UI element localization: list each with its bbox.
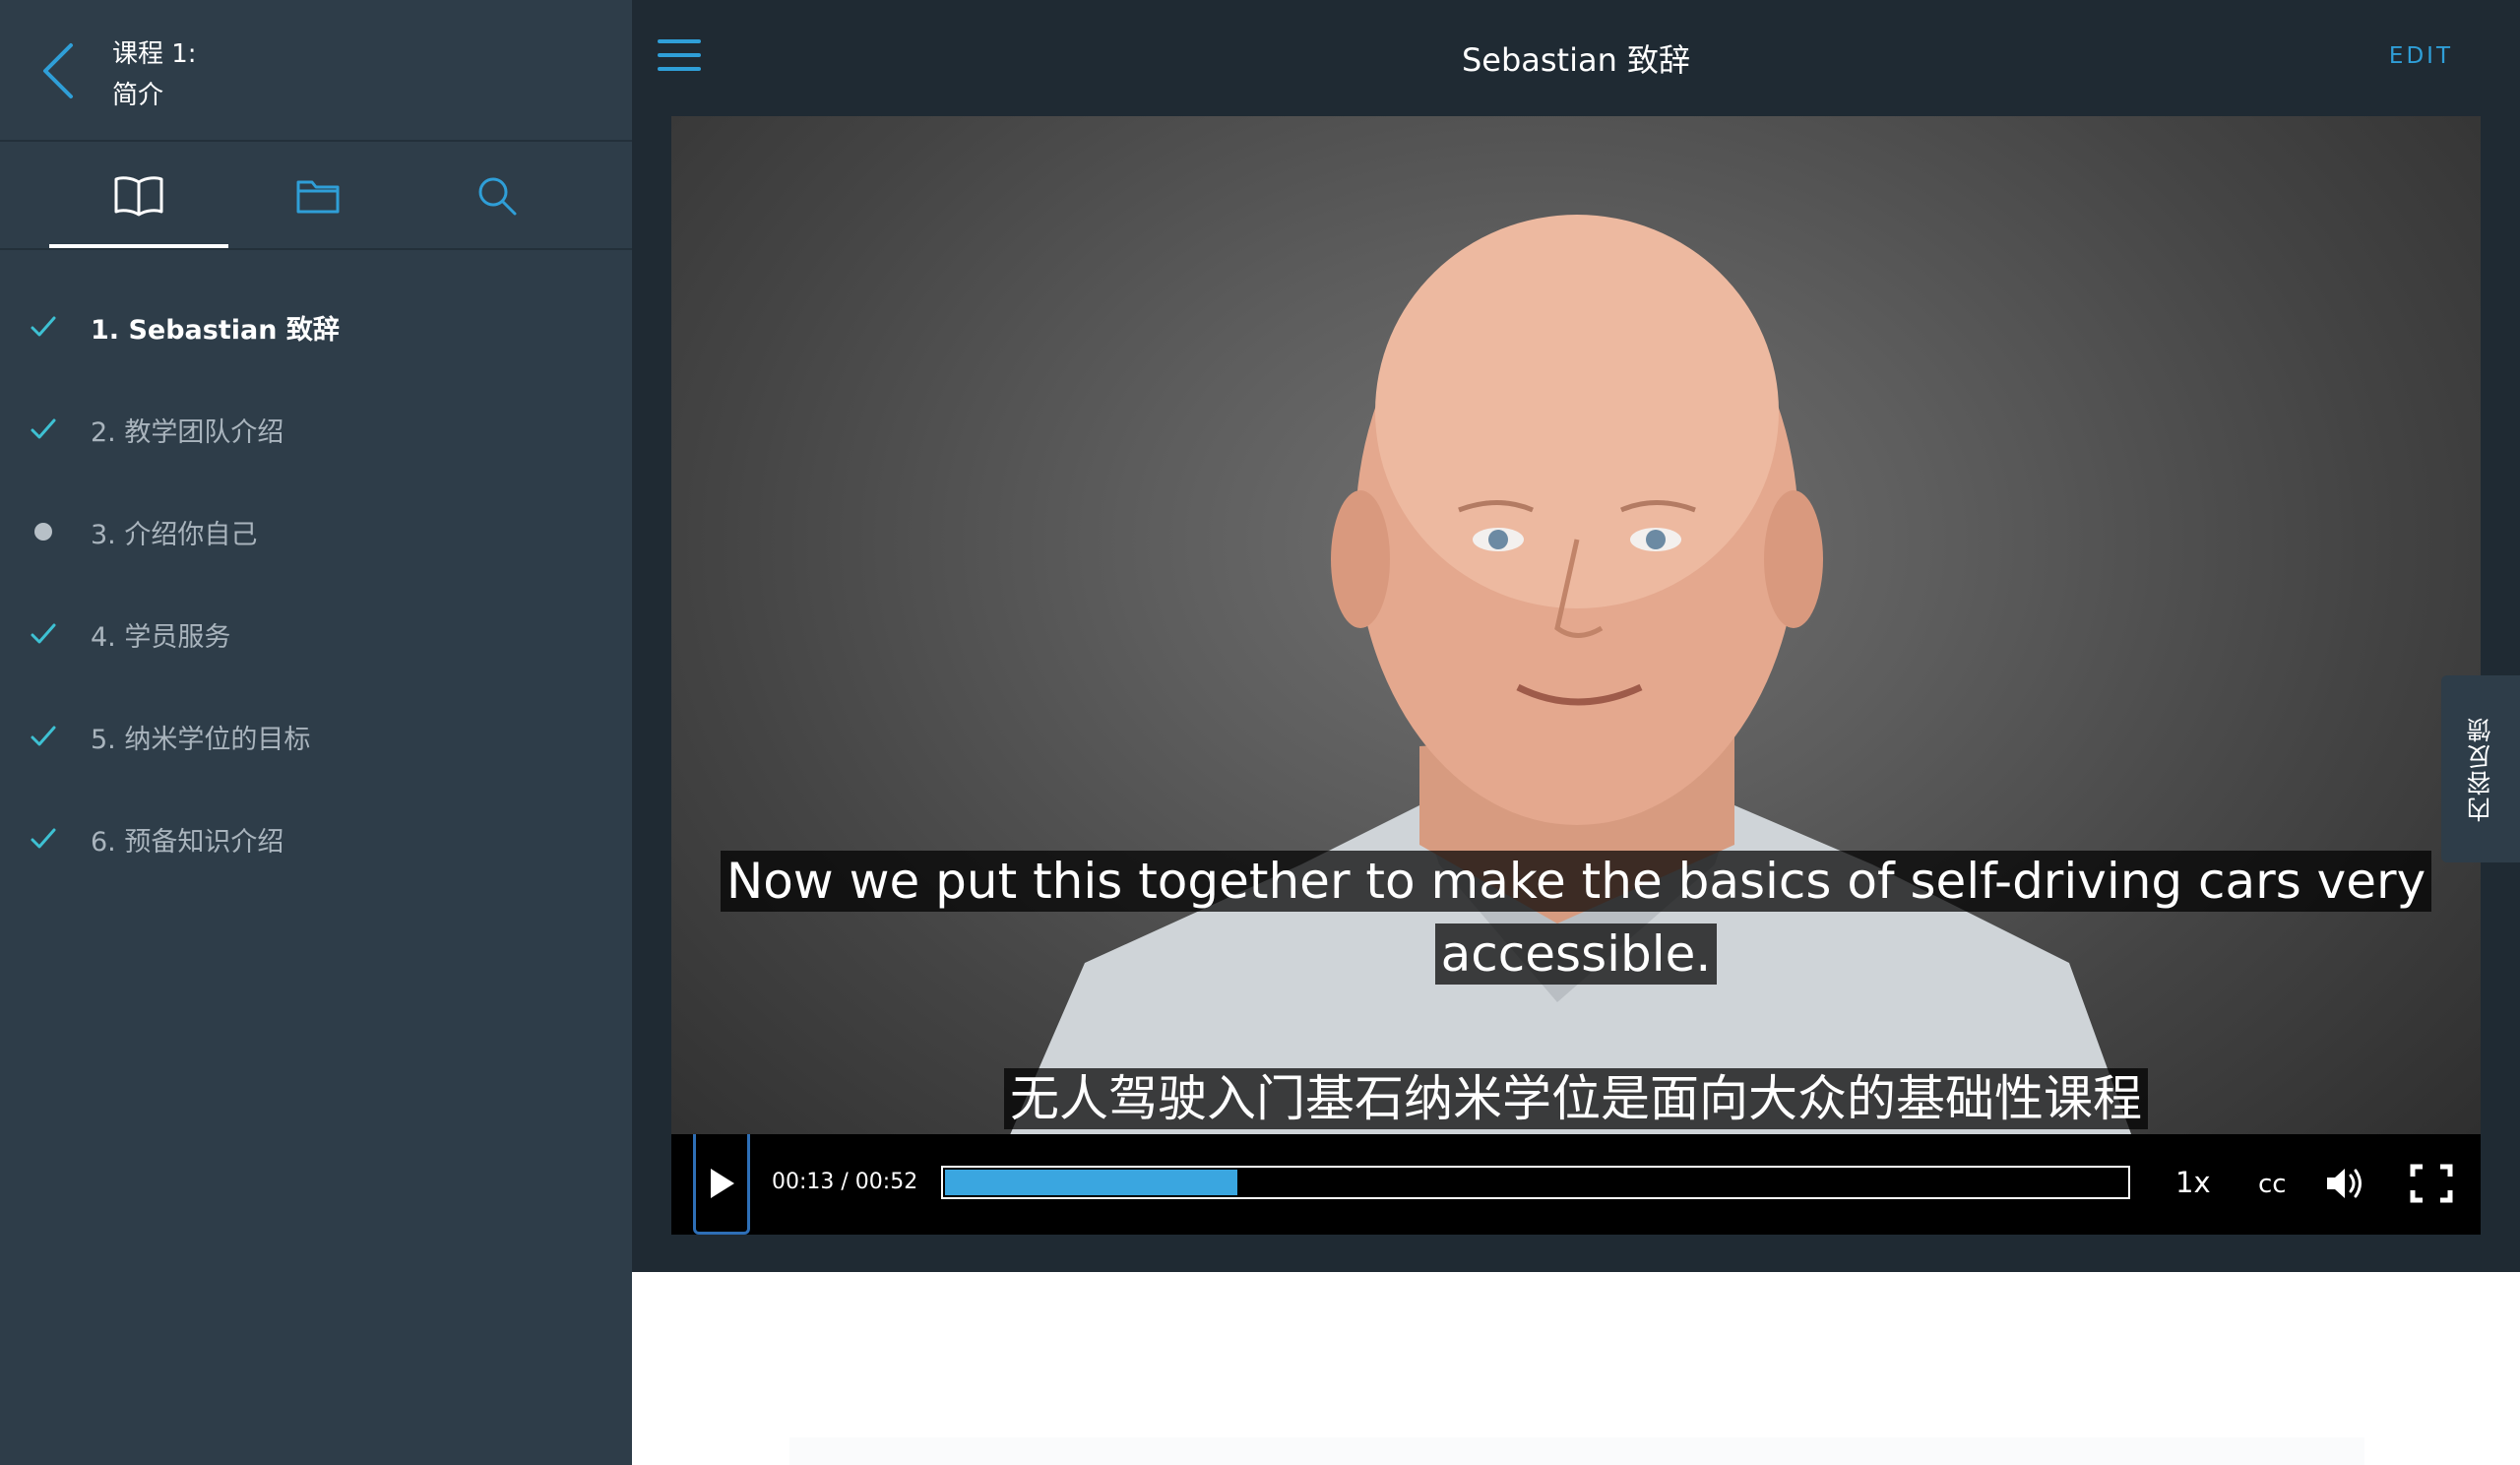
sidebar-tabs [0, 144, 632, 250]
lesson-label: 5. 纳米学位的目标 [91, 724, 311, 755]
tab-search[interactable] [408, 144, 587, 248]
search-icon [478, 177, 517, 216]
fullscreen-icon [2410, 1164, 2453, 1203]
tab-lessons[interactable] [49, 144, 228, 248]
progress-fill [945, 1170, 1237, 1195]
lesson-item[interactable]: 5. 纳米学位的目标 [0, 685, 632, 788]
video-player[interactable]: Now we put this together to make the bas… [671, 116, 2481, 1235]
video-stage: Now we put this together to make the bas… [632, 114, 2520, 1272]
edit-button[interactable]: EDIT [2389, 43, 2453, 69]
video-controls: 00:13 / 00:52 1x cc [671, 1134, 2481, 1235]
subtitle-chinese-text: 无人驾驶入门基石纳米学位是面向大众的基础性课程 [1004, 1068, 2148, 1129]
progress-bar[interactable] [941, 1166, 2130, 1199]
speed-button[interactable]: 1x [2175, 1166, 2211, 1199]
lesson-content [632, 1272, 2520, 1465]
feedback-label: 内容反馈 [2466, 716, 2494, 822]
lesson-label: 2. 教学团队介绍 [91, 416, 284, 448]
play-icon [711, 1168, 734, 1198]
course-title-line1: 课程 1: [112, 39, 197, 69]
volume-button[interactable] [2323, 1164, 2366, 1203]
lesson-label: 4. 学员服务 [91, 621, 231, 653]
fullscreen-button[interactable] [2410, 1164, 2453, 1203]
check-icon [28, 823, 59, 855]
lesson-item[interactable]: 4. 学员服务 [0, 583, 632, 685]
time-display: 00:13 / 00:52 [772, 1170, 918, 1194]
lesson-label: 3. 介绍你自己 [91, 519, 258, 550]
chevron-left-icon [43, 43, 73, 98]
sidebar-header: 课程 1: 简介 [0, 0, 632, 142]
dot-icon [28, 516, 59, 547]
sidebar: 课程 1: 简介 1. Sebastian 致辞 2. 教学团队介绍 3. 介绍… [0, 0, 632, 1465]
play-button[interactable] [693, 1134, 750, 1235]
lesson-item[interactable]: 6. 预备知识介绍 [0, 788, 632, 890]
lesson-item[interactable]: 2. 教学团队介绍 [0, 378, 632, 480]
course-title-line2: 简介 [112, 81, 164, 110]
subtitle-english: Now we put this together to make the bas… [671, 845, 2481, 990]
lesson-label: 1. Sebastian 致辞 [91, 314, 340, 346]
tab-resources[interactable] [228, 144, 408, 248]
top-bar: Sebastian 致辞 EDIT [632, 0, 2520, 114]
book-icon [114, 176, 163, 217]
course-title: 课程 1: 简介 [112, 33, 197, 116]
lesson-item[interactable]: 3. 介绍你自己 [0, 480, 632, 583]
check-icon [28, 414, 59, 445]
check-icon [28, 618, 59, 650]
lesson-label: 6. 预备知识介绍 [91, 826, 284, 858]
subtitle-chinese: 无人驾驶入门基石纳米学位是面向大众的基础性课程 [671, 1063, 2481, 1134]
lesson-item[interactable]: 1. Sebastian 致辞 [0, 276, 632, 378]
volume-icon [2327, 1169, 2362, 1198]
lesson-list: 1. Sebastian 致辞 2. 教学团队介绍 3. 介绍你自己 4. 学员… [0, 276, 632, 890]
feedback-tab[interactable]: 内容反馈 [2441, 675, 2520, 862]
subtitle-english-text: Now we put this together to make the bas… [720, 851, 2432, 985]
folder-icon [296, 180, 340, 214]
check-icon [28, 311, 59, 343]
back-button[interactable] [35, 39, 85, 102]
captions-button[interactable]: cc [2258, 1170, 2287, 1199]
content-card-edge [789, 1437, 2364, 1465]
page-title: Sebastian 致辞 [1461, 41, 1691, 79]
check-icon [28, 721, 59, 752]
